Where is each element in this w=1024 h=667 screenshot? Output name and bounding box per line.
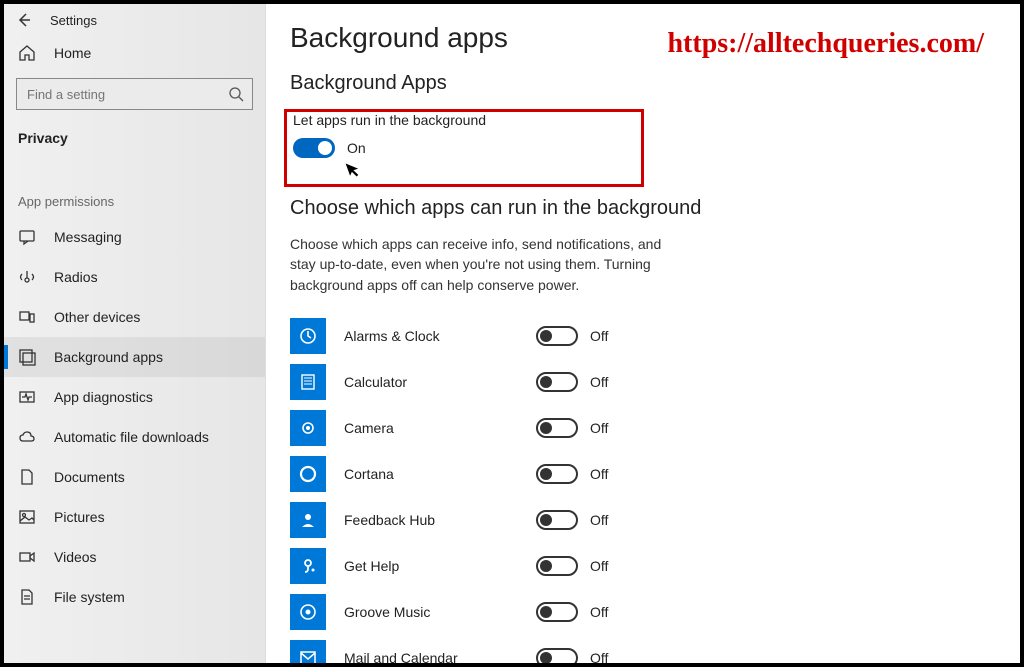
app-row: Mail and Calendar Off — [290, 635, 996, 663]
section-background-apps: Background Apps — [290, 72, 996, 95]
filesystem-icon — [18, 588, 38, 606]
app-icon — [290, 502, 326, 538]
app-row: Feedback Hub Off — [290, 497, 996, 543]
app-toggle[interactable] — [536, 372, 578, 392]
sidebar-item-label: Automatic file downloads — [54, 429, 209, 445]
sidebar-item-label: Pictures — [54, 509, 105, 525]
main-panel: Background apps Background Apps Let apps… — [266, 4, 1020, 663]
message-icon — [18, 228, 38, 246]
highlight-box: Let apps run in the background On — [284, 109, 644, 187]
app-icon — [290, 456, 326, 492]
sidebar-item-documents[interactable]: Documents — [4, 457, 265, 497]
app-icon — [290, 318, 326, 354]
app-toggle[interactable] — [536, 556, 578, 576]
sidebar-item-label: Other devices — [54, 309, 140, 325]
app-name-label: Get Help — [344, 558, 536, 574]
search-box[interactable] — [16, 78, 253, 110]
sidebar-item-messaging[interactable]: Messaging — [4, 217, 265, 257]
app-toggle[interactable] — [536, 510, 578, 530]
sidebar-item-background-apps[interactable]: Background apps — [4, 337, 265, 377]
background-icon — [18, 348, 38, 366]
app-toggle-state: Off — [590, 604, 608, 620]
sidebar-item-other-devices[interactable]: Other devices — [4, 297, 265, 337]
radios-icon — [18, 268, 38, 286]
section-choose-apps: Choose which apps can run in the backgro… — [290, 197, 996, 220]
app-toggle-state: Off — [590, 558, 608, 574]
app-name-label: Feedback Hub — [344, 512, 536, 528]
nav-list: Messaging Radios Other devices Background a… — [4, 217, 265, 617]
home-icon — [18, 44, 38, 62]
sidebar-item-file-system[interactable]: File system — [4, 577, 265, 617]
app-icon — [290, 594, 326, 630]
cursor-icon — [344, 158, 363, 180]
category-label: Privacy — [4, 124, 265, 160]
app-row: Cortana Off — [290, 451, 996, 497]
section-description: Choose which apps can receive info, send… — [290, 234, 690, 295]
sidebar-item-label: Documents — [54, 469, 125, 485]
app-row: Calculator Off — [290, 359, 996, 405]
page-title: Background apps — [290, 22, 996, 54]
app-icon — [290, 640, 326, 663]
devices-icon — [18, 308, 38, 326]
app-toggle-state: Off — [590, 512, 608, 528]
app-icon — [290, 410, 326, 446]
sidebar-item-label: Background apps — [54, 349, 163, 365]
back-arrow-icon[interactable] — [16, 12, 32, 28]
app-toggle-state: Off — [590, 420, 608, 436]
titlebar: Settings — [4, 4, 265, 34]
sidebar-item-label: App diagnostics — [54, 389, 153, 405]
app-list: Alarms & ClockOffCalculatorOffCameraOffC… — [290, 313, 996, 663]
sidebar-item-radios[interactable]: Radios — [4, 257, 265, 297]
sidebar-item-label: Videos — [54, 549, 97, 565]
app-icon — [290, 364, 326, 400]
pictures-icon — [18, 508, 38, 526]
app-name-label: Alarms & Clock — [344, 328, 536, 344]
sidebar-item-app-diagnostics[interactable]: App diagnostics — [4, 377, 265, 417]
app-toggle-state: Off — [590, 650, 608, 663]
app-toggle-state: Off — [590, 466, 608, 482]
search-input[interactable] — [27, 87, 228, 102]
sidebar-item-pictures[interactable]: Pictures — [4, 497, 265, 537]
app-toggle[interactable] — [536, 602, 578, 622]
app-name-label: Mail and Calendar — [344, 650, 536, 663]
app-name-label: Cortana — [344, 466, 536, 482]
sidebar-item-videos[interactable]: Videos — [4, 537, 265, 577]
document-icon — [18, 468, 38, 486]
app-toggle-state: Off — [590, 328, 608, 344]
settings-window: https://alltechqueries.com/ Settings Hom… — [0, 0, 1024, 667]
home-label: Home — [54, 45, 91, 61]
sidebar-item-label: Radios — [54, 269, 98, 285]
app-toggle-state: Off — [590, 374, 608, 390]
app-row: Get Help Off — [290, 543, 996, 589]
videos-icon — [18, 548, 38, 566]
app-name-label: Camera — [344, 420, 536, 436]
app-toggle[interactable] — [536, 648, 578, 663]
master-toggle-label: Let apps run in the background — [293, 112, 641, 128]
app-row: Camera Off — [290, 405, 996, 451]
app-name-label: Calculator — [344, 374, 536, 390]
cloud-icon — [18, 428, 38, 446]
app-toggle[interactable] — [536, 326, 578, 346]
sidebar-item-label: File system — [54, 589, 125, 605]
app-name-label: Groove Music — [344, 604, 536, 620]
app-row: Alarms & Clock Off — [290, 313, 996, 359]
master-toggle-state: On — [347, 140, 366, 156]
master-toggle[interactable] — [293, 138, 335, 158]
diagnostics-icon — [18, 388, 38, 406]
app-toggle[interactable] — [536, 464, 578, 484]
search-icon — [228, 86, 244, 102]
sidebar-item-automatic-file-downloads[interactable]: Automatic file downloads — [4, 417, 265, 457]
sidebar: Settings Home Privacy App permissions Me… — [4, 4, 266, 663]
app-icon — [290, 548, 326, 584]
home-nav[interactable]: Home — [4, 34, 265, 72]
app-toggle[interactable] — [536, 418, 578, 438]
window-title: Settings — [50, 13, 97, 28]
sidebar-item-label: Messaging — [54, 229, 122, 245]
group-label: App permissions — [4, 188, 265, 217]
app-row: Groove Music Off — [290, 589, 996, 635]
